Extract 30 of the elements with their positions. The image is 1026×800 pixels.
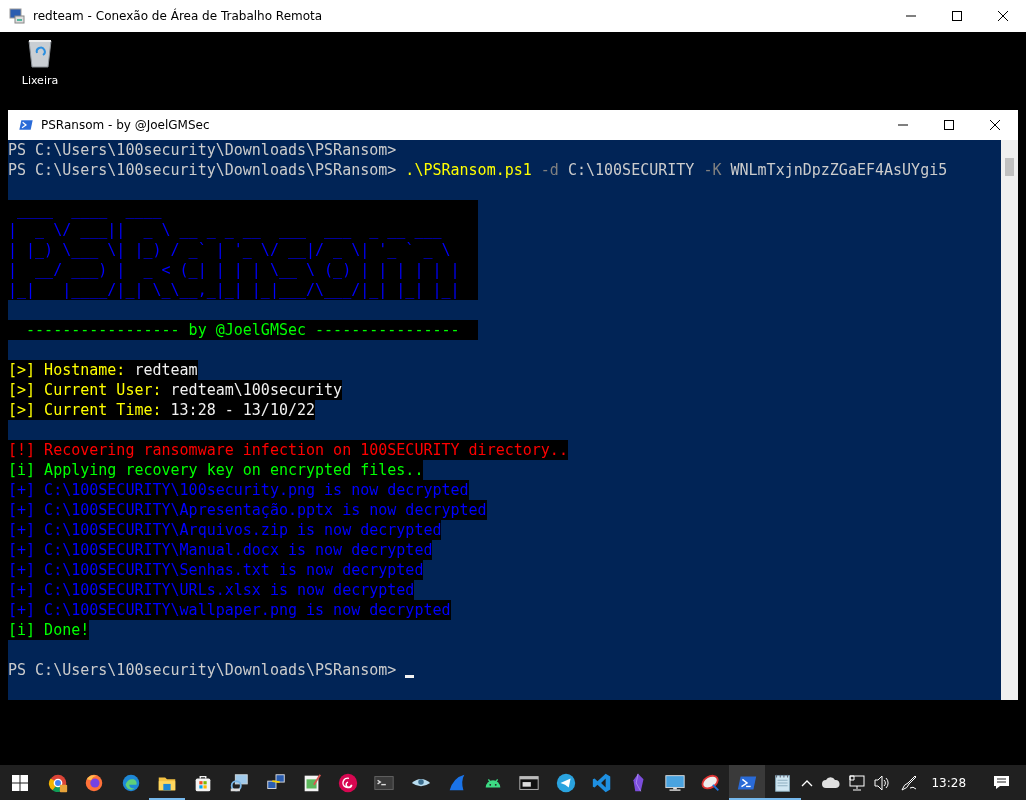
speaker-icon[interactable] [874, 774, 892, 791]
recycle-bin-icon[interactable] [26, 38, 54, 68]
notification-icon[interactable] [993, 775, 1011, 790]
cloud-icon[interactable] [822, 777, 841, 788]
computer-icon [228, 771, 251, 794]
console-line: PS C:\Users\100security\Downloads\PSRansom> .\PSRansom.ps1 -d C:\100SECURITY -K WNLmTxjnDpzZGaEF4AsUYgi5 [8, 160, 948, 180]
pen-icon[interactable] [900, 773, 919, 792]
close-icon [990, 120, 1000, 130]
close-icon [998, 11, 1008, 21]
network-icon[interactable] [849, 774, 866, 791]
code-editor-icon [591, 771, 613, 794]
powershell-icon [18, 117, 34, 133]
console-line: PS C:\Users\100security\Downloads\PSRansom> [8, 660, 397, 680]
text-cursor [405, 675, 415, 678]
paper-plane-icon [554, 771, 577, 794]
windows-logo-icon [11, 774, 28, 791]
taskbar-button[interactable] [728, 765, 766, 800]
desktop-icon-label[interactable]: Lixeira [21, 74, 59, 87]
remote-desktop-icon [9, 8, 25, 24]
window-title: redteam - Conexão de Área de Trabalho Remota [33, 9, 323, 23]
console-line: PS C:\Users\100security\Downloads\PSRansom> [8, 140, 397, 160]
ascii-art-banner: ____ ____ ____ | _ \/ ___|| _ \ __ _ _ __ ___ ___ _ __ ___ | |_) \___ \| |_) / _` | '_ \/ __|/ _ \| '_ ` _ \ | __/ ___) | _ < (_| | | | \__ \ (_) | | | | | | |_| |____/|_| \_\__,_|_| |_|___/\___/|_| |_| |_| [8, 200, 478, 300]
scrollbar-thumb[interactable] [1005, 158, 1014, 176]
swirl-icon [337, 771, 360, 794]
chevron-up-icon[interactable] [801, 778, 814, 787]
clock[interactable]: 13:28 [931, 775, 967, 790]
scrollbar[interactable] [1001, 140, 1018, 700]
maximize-icon [944, 120, 954, 130]
maximize-icon [952, 11, 962, 21]
window-title: PSRansom - by @JoelGMSec [41, 118, 210, 132]
